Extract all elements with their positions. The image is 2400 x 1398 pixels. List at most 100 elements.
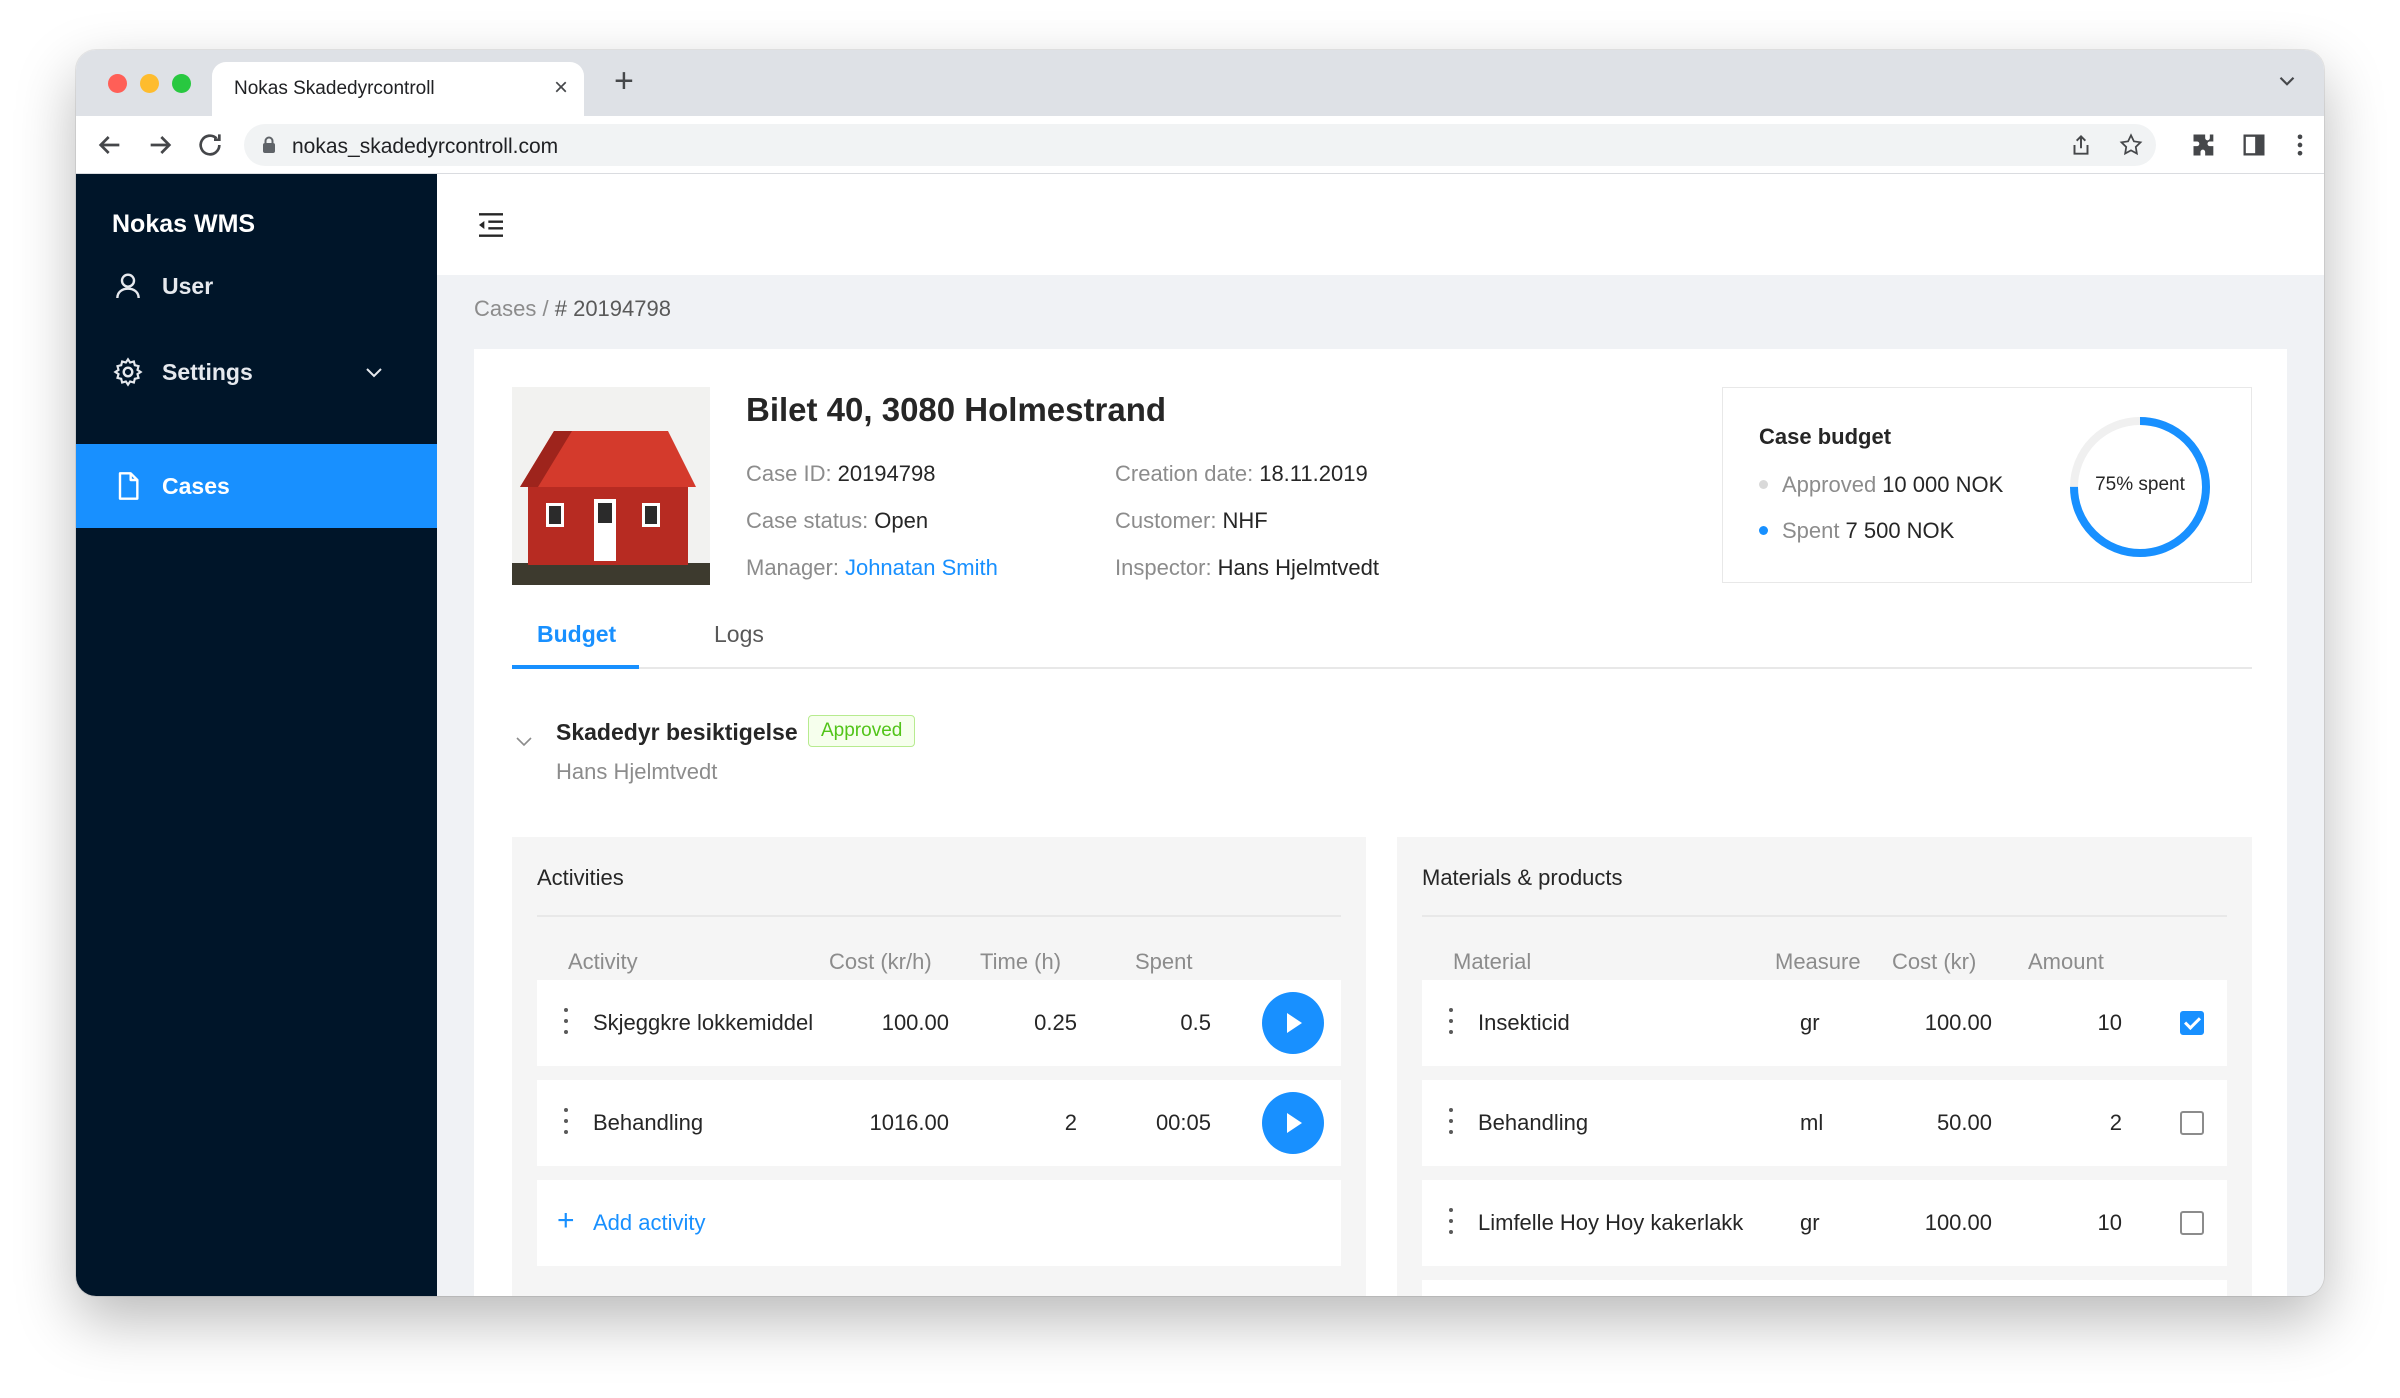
drag-handle-icon[interactable] [563,1108,569,1138]
case-title: Bilet 40, 3080 Holmestrand [746,391,1167,428]
creation-date-label: Creation date: [1115,461,1254,486]
table-row[interactable] [1422,1280,2227,1296]
activity-time: 2 [1064,1110,1077,1135]
minimize-window-button[interactable] [140,74,159,93]
divider [537,915,1341,917]
customer-label: Customer: [1115,508,1217,533]
material-name: Limfelle Hoy Hoy kakerlakk [1478,1210,1744,1235]
material-checkbox[interactable] [2180,1111,2204,1135]
share-icon[interactable] [2068,132,2094,158]
reload-icon[interactable] [194,129,226,161]
new-tab-button[interactable]: + [614,62,634,101]
column-header-activity: Activity [568,949,638,974]
approved-dot [1759,479,1768,489]
material-checkbox[interactable] [2180,1211,2204,1235]
approved-label: Approved [1782,472,1877,497]
side-panel-icon[interactable] [2240,131,2268,159]
breadcrumb-cases-link[interactable]: Cases [474,296,536,321]
sidebar: Nokas WMS User Settings Cases [76,174,437,1296]
chevron-down-icon[interactable] [512,729,536,753]
more-vert-icon[interactable] [2286,131,2314,159]
tab-budget[interactable]: Budget [537,621,616,648]
table-row[interactable]: Skjeggkre lokkemiddel 100.00 0.25 0.5 [537,980,1341,1066]
breadcrumb-separator: / [542,296,549,321]
spent-row: Spent 7 500 NOK [1759,518,1954,544]
material-name: Behandling [1478,1110,1589,1135]
case-id-value: 20194798 [837,461,936,486]
material-checkbox[interactable] [2180,1011,2204,1035]
table-row[interactable]: Behandling ml 50.00 2 [1422,1080,2227,1166]
table-row[interactable]: Behandling 1016.00 2 00:05 [537,1080,1341,1166]
inspection-section-header: Skadedyr besiktigelse Approved Hans Hjel… [512,715,1212,799]
url-text: nokas_skadedyrcontroll.com [292,135,559,158]
extensions-icon[interactable] [2190,131,2218,159]
drag-handle-icon[interactable] [1448,1008,1454,1038]
breadcrumb-current: # 20194798 [554,296,671,321]
manager-link[interactable]: Johnatan Smith [845,555,998,580]
tab-close-icon[interactable]: × [554,74,568,102]
customer-value: NHF [1222,508,1268,533]
table-row[interactable]: Insekticid gr 100.00 10 [1422,980,2227,1066]
browser-tab[interactable]: Nokas Skadedyrcontroll × [212,62,584,116]
sidebar-item-label: Settings [162,359,253,385]
add-activity-button[interactable]: + Add activity [537,1180,1341,1266]
chevron-down-icon [366,368,382,378]
material-amount: 2 [2109,1110,2122,1135]
section-title: Skadedyr besiktigelse [556,719,798,745]
activity-name: Skjeggkre lokkemiddel [593,1010,814,1035]
inspector-label: Inspector: [1115,555,1212,580]
brand-logo: Nokas WMS [112,210,256,238]
material-measure: ml [1800,1110,1824,1135]
case-status-value: Open [874,508,929,533]
tabs: Budget Logs [512,607,2252,669]
case-manager-label: Manager: [746,555,839,580]
drag-handle-icon[interactable] [563,1008,569,1038]
activity-spent: 0.5 [1180,1010,1211,1035]
tab-logs[interactable]: Logs [714,621,764,648]
activity-time: 0.25 [1034,1010,1077,1035]
material-cost: 100.00 [1924,1010,1992,1035]
tab-strip: Nokas Skadedyrcontroll × + [76,50,2324,116]
material-cost: 100.00 [1924,1210,1992,1235]
case-customer: Customer: NHF [1115,508,1268,534]
case-card: Bilet 40, 3080 Holmestrand Case ID: 20194… [474,349,2287,1296]
case-id-label: Case ID: [746,461,832,486]
material-cost: 50.00 [1936,1110,1992,1135]
maximize-window-button[interactable] [172,74,191,93]
sidebar-item-settings[interactable]: Settings [76,330,437,414]
drag-handle-icon[interactable] [1448,1108,1454,1138]
materials-title: Materials & products [1422,865,1623,890]
case-manager: Manager: Johnatan Smith [746,555,998,581]
app: Nokas WMS User Settings Cases Cases / # … [76,174,2324,1296]
drag-handle-icon[interactable] [1448,1208,1454,1238]
column-header-cost: Cost (kr) [1892,949,1977,974]
creation-date-value: 18.11.2019 [1259,461,1368,486]
sidebar-item-cases[interactable]: Cases [76,444,437,528]
play-timer-button[interactable] [1262,1092,1324,1154]
forward-icon[interactable] [144,129,176,161]
column-header-material: Material [1453,949,1532,974]
material-measure: gr [1800,1010,1820,1035]
menu-fold-icon[interactable] [475,209,507,241]
chevron-down-icon[interactable] [2274,68,2300,94]
sidebar-item-label: User [162,273,214,299]
back-icon[interactable] [94,129,126,161]
approved-row: Approved 10 000 NOK [1759,472,2003,498]
case-budget-title: Case budget [1759,424,1892,449]
case-id: Case ID: 20194798 [746,461,935,487]
table-row[interactable]: Limfelle Hoy Hoy kakerlakk gr 100.00 10 [1422,1180,2227,1266]
main-content: Cases / # 20194798 Bilet 40, 3080 Holmes… [437,174,2324,1296]
file-icon [118,472,139,500]
bookmark-star-icon[interactable] [2118,132,2144,158]
add-activity-label: Add activity [593,1210,706,1235]
tab-title: Nokas Skadedyrcontroll [234,78,435,99]
case-status: Case status: Open [746,508,928,534]
status-badge: Approved [808,715,916,747]
close-window-button[interactable] [108,74,127,93]
play-timer-button[interactable] [1262,992,1324,1054]
sidebar-item-user[interactable]: User [76,244,437,328]
address-bar[interactable]: nokas_skadedyrcontroll.com [244,124,2156,166]
material-measure: gr [1800,1210,1820,1235]
browser-toolbar: nokas_skadedyrcontroll.com [76,116,2324,174]
materials-panel: Materials & products Material Measure Co… [1397,837,2252,1296]
